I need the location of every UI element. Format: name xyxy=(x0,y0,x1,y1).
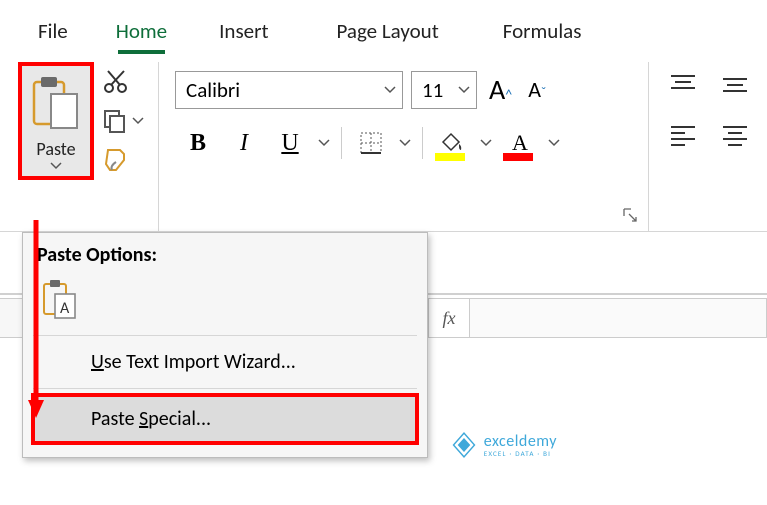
paste-label: Paste xyxy=(36,138,75,160)
paintbrush-icon xyxy=(102,146,130,174)
decrease-font-button[interactable]: Aˇ xyxy=(524,72,550,107)
paste-button[interactable]: Paste xyxy=(18,62,94,180)
formula-input[interactable] xyxy=(469,298,767,338)
increase-font-icon: A xyxy=(489,72,505,107)
fill-color-button[interactable] xyxy=(429,123,475,163)
paste-special-item[interactable]: Paste Special... xyxy=(31,393,419,445)
underline-icon: U xyxy=(281,130,298,157)
font-color-button[interactable]: A xyxy=(497,123,543,163)
cut-button[interactable] xyxy=(102,68,144,96)
underline-button[interactable]: U xyxy=(267,123,313,163)
italic-icon: I xyxy=(240,130,248,157)
font-size-select[interactable]: 11 xyxy=(411,71,477,109)
font-dialog-launcher[interactable] xyxy=(622,207,638,223)
font-name-select[interactable]: Calibri xyxy=(175,71,403,109)
align-center-button[interactable] xyxy=(717,118,753,152)
alignment-group xyxy=(649,62,753,231)
font-color-dropdown[interactable] xyxy=(543,139,565,147)
clipboard-text-icon: A xyxy=(41,278,77,320)
font-color-swatch xyxy=(503,153,533,161)
tab-home[interactable]: Home xyxy=(98,10,185,54)
align-left-icon xyxy=(669,123,697,147)
borders-icon xyxy=(358,130,384,156)
fx-label[interactable]: fx xyxy=(429,298,469,338)
borders-dropdown[interactable] xyxy=(394,139,416,147)
font-size-value: 11 xyxy=(422,77,443,103)
use-text-import-wizard-item[interactable]: Use Text Import Wizard... xyxy=(23,340,427,384)
tab-formulas[interactable]: Formulas xyxy=(473,10,612,54)
chevron-down-icon xyxy=(50,162,62,170)
svg-text:A: A xyxy=(60,299,70,318)
font-name-value: Calibri xyxy=(186,77,240,103)
italic-button[interactable]: I xyxy=(221,123,267,163)
bold-icon: B xyxy=(190,130,206,157)
clipboard-group: Paste xyxy=(18,62,159,231)
watermark: exceldemy EXCEL · DATA · BI xyxy=(450,431,557,459)
annotation-arrow xyxy=(26,220,46,420)
align-center-icon xyxy=(721,123,749,147)
underline-dropdown[interactable] xyxy=(313,139,335,147)
chevron-down-icon xyxy=(458,86,470,94)
chevron-down-icon xyxy=(384,86,396,94)
tab-file[interactable]: File xyxy=(28,10,98,54)
font-group: Calibri 11 A^ Aˇ B I U xyxy=(159,62,649,231)
paste-options-heading: Paste Options: xyxy=(23,239,427,275)
scissors-icon xyxy=(102,68,130,96)
increase-font-button[interactable]: A^ xyxy=(485,68,516,111)
watermark-logo-icon xyxy=(450,431,478,459)
fill-color-swatch xyxy=(435,153,465,161)
ribbon: Paste xyxy=(0,54,767,232)
copy-icon xyxy=(102,108,128,134)
ribbon-tabs: File Home Insert Page Layout Formulas xyxy=(0,0,767,54)
tab-insert[interactable]: Insert xyxy=(185,10,302,54)
align-middle-button[interactable] xyxy=(717,68,753,102)
align-top-button[interactable] xyxy=(665,68,701,102)
watermark-brand: exceldemy xyxy=(484,434,557,450)
menu-separator xyxy=(33,388,417,389)
align-left-button[interactable] xyxy=(665,118,701,152)
chevron-down-icon xyxy=(132,117,144,125)
align-middle-icon xyxy=(721,73,749,97)
fill-color-dropdown[interactable] xyxy=(475,139,497,147)
bold-button[interactable]: B xyxy=(175,123,221,163)
copy-button[interactable] xyxy=(102,108,144,134)
format-painter-button[interactable] xyxy=(102,146,144,174)
decrease-font-icon: A xyxy=(528,76,541,103)
paste-dropdown-menu: Paste Options: A Use Text Import Wizard.… xyxy=(22,232,428,458)
menu-separator xyxy=(33,335,417,336)
tab-page-layout[interactable]: Page Layout xyxy=(302,10,472,54)
borders-button[interactable] xyxy=(348,123,394,163)
fill-bucket-icon xyxy=(439,132,465,154)
align-top-icon xyxy=(669,73,697,97)
watermark-slogan: EXCEL · DATA · BI xyxy=(484,450,557,457)
paste-icon xyxy=(29,72,83,134)
